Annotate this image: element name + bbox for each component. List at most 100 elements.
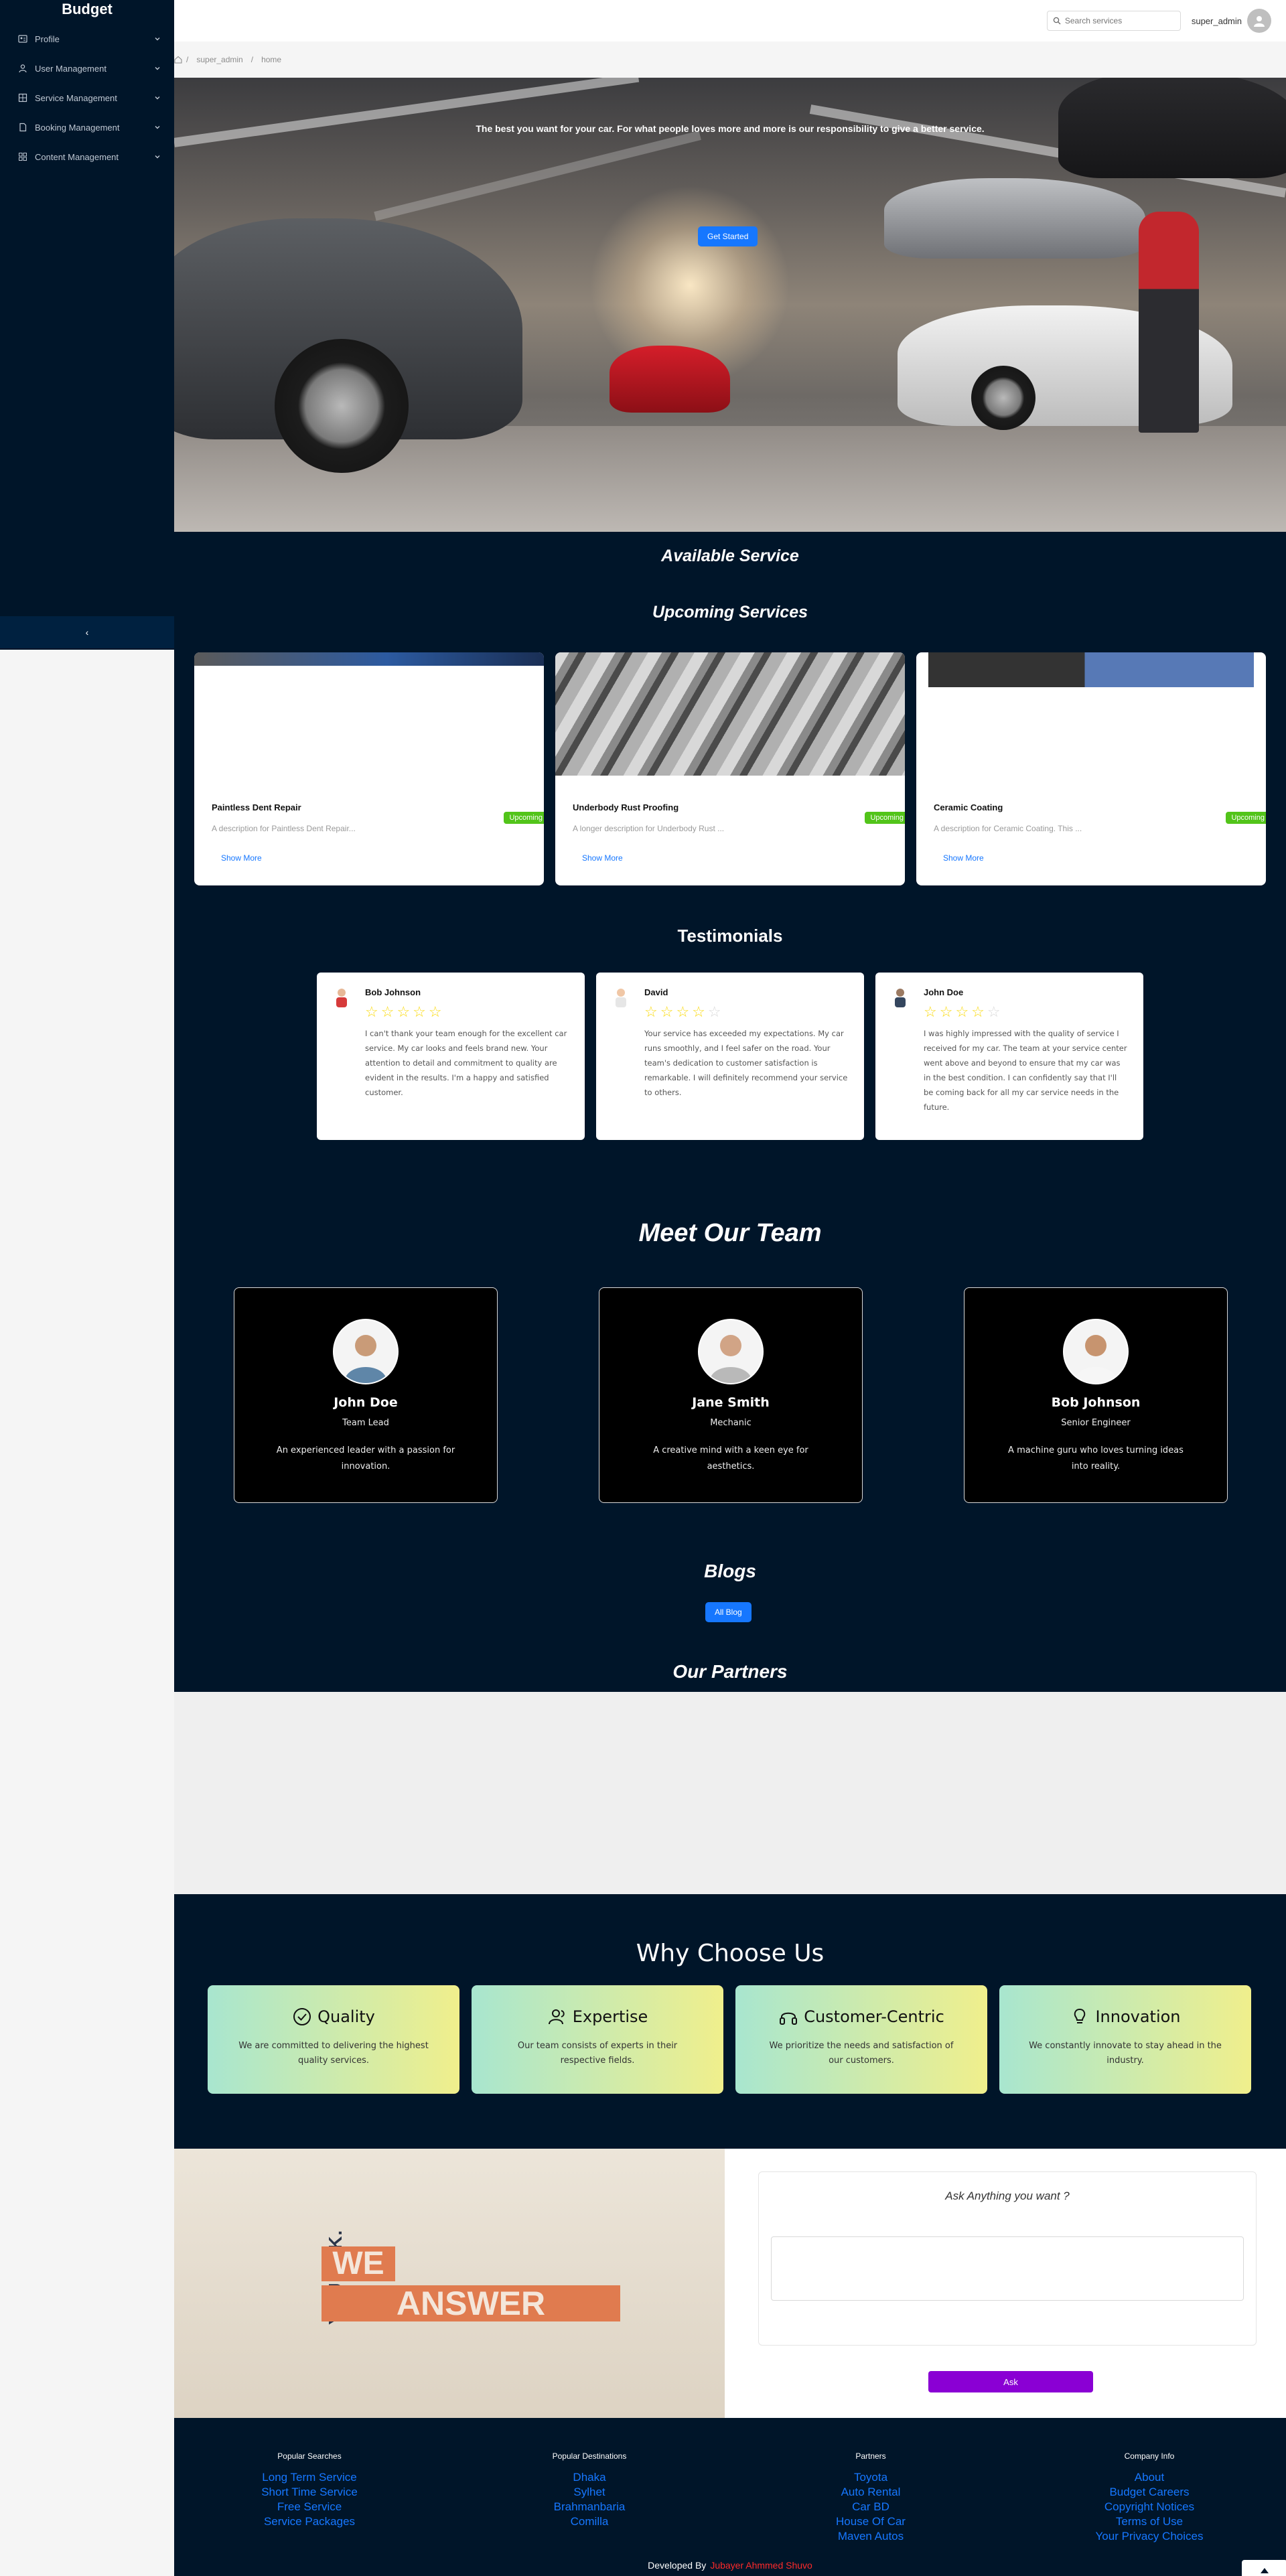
- services-section: Available Service Upcoming Services Pain…: [174, 532, 1286, 920]
- service-card[interactable]: Ceramic Coating A description for Cerami…: [916, 652, 1266, 885]
- chevron-down-icon: [155, 67, 160, 70]
- sidebar-item-label: Booking Management: [35, 122, 120, 133]
- footer-link[interactable]: Comilla: [502, 2514, 676, 2529]
- footer-link[interactable]: Long Term Service: [222, 2470, 397, 2485]
- service-description: A longer description for Underbody Rust …: [573, 824, 725, 833]
- footer-column-popular-searches: Popular Searches Long Term Service Short…: [222, 2451, 397, 2529]
- team-section: Meet Our Team John Doe Team Lead An expe…: [174, 1199, 1286, 1561]
- sidebar: Budget Profile User Management Service M…: [0, 0, 174, 650]
- show-more-link[interactable]: Show More: [221, 853, 262, 863]
- service-description: A description for Paintless Dent Repair.…: [212, 824, 356, 833]
- breadcrumb-item[interactable]: super_admin: [196, 55, 242, 64]
- show-more-link[interactable]: Show More: [582, 853, 623, 863]
- team-member-photo: [333, 1319, 399, 1384]
- back-to-top-button[interactable]: [1242, 2560, 1286, 2576]
- team-member-card: John Doe Team Lead An experienced leader…: [234, 1287, 498, 1503]
- show-more-link[interactable]: Show More: [943, 853, 984, 863]
- headphones-icon: [780, 2012, 798, 2025]
- service-image: [194, 652, 544, 666]
- sidebar-item-service-management[interactable]: Service Management: [0, 83, 174, 113]
- search-box[interactable]: [1046, 11, 1181, 31]
- upcoming-services-title: Upcoming Services: [652, 603, 808, 622]
- sidebar-item-profile[interactable]: Profile: [0, 24, 174, 54]
- poster-we-text: WE: [322, 2246, 395, 2281]
- testimonial-text: I was highly impressed with the quality …: [924, 1029, 1127, 1112]
- team-member-photo: [1063, 1319, 1129, 1384]
- team-member-name: Bob Johnson: [1051, 1395, 1141, 1410]
- sidebar-item-booking-management[interactable]: Booking Management: [0, 113, 174, 142]
- footer-link[interactable]: Service Packages: [222, 2514, 397, 2529]
- footer-link[interactable]: Sylhet: [502, 2485, 676, 2500]
- sidebar-item-content-management[interactable]: Content Management: [0, 142, 174, 171]
- star-empty-icon: ☆: [987, 1003, 1003, 1020]
- why-choose-section: Why Choose Us Quality We are committed t…: [174, 1894, 1286, 2149]
- sidebar-item-label: Service Management: [35, 92, 117, 103]
- sidebar-item-label: Profile: [35, 33, 60, 44]
- team-member-bio: An experienced leader with a passion for…: [276, 1445, 455, 1472]
- lifted-car: [884, 178, 1145, 259]
- check-circle-icon: [293, 2008, 311, 2025]
- team-member-role: Team Lead: [342, 1418, 389, 1428]
- feature-title: Innovation: [1095, 2007, 1181, 2026]
- feature-title: Expertise: [572, 2007, 648, 2026]
- feature-description: We prioritize the needs and satisfaction…: [769, 2041, 954, 2066]
- document-icon: [17, 122, 28, 133]
- team-icon: [548, 2009, 565, 2025]
- footer-link[interactable]: Budget Careers: [1062, 2485, 1236, 2500]
- ceiling-beam: [174, 78, 640, 147]
- testimonial-text: Your service has exceeded my expectation…: [644, 1029, 848, 1097]
- developer-credit: Developed By Jubayer Ahmmed Shuvo: [174, 2560, 1286, 2571]
- testimonial-card: John Doe ☆☆☆☆☆ I was highly impressed wi…: [875, 973, 1143, 1140]
- footer-link[interactable]: Car BD: [784, 2500, 958, 2514]
- red-car: [610, 346, 730, 413]
- footer-link[interactable]: Auto Rental: [784, 2485, 958, 2500]
- star-icon: ☆☆☆☆☆: [365, 1003, 445, 1020]
- footer-link[interactable]: Toyota: [784, 2470, 958, 2485]
- team-member-role: Senior Engineer: [1061, 1418, 1131, 1428]
- reviewer-name: Bob Johnson: [365, 987, 421, 997]
- footer-link[interactable]: Copyright Notices: [1062, 2500, 1236, 2514]
- arrow-up-icon: [1261, 2568, 1269, 2573]
- breadcrumb: / super_admin / home: [174, 42, 1286, 78]
- feature-description: We constantly innovate to stay ahead in …: [1029, 2041, 1222, 2066]
- footer-link[interactable]: Short Time Service: [222, 2485, 397, 2500]
- footer-link[interactable]: Free Service: [222, 2500, 397, 2514]
- testimonial-text: I can't thank your team enough for the e…: [365, 1029, 567, 1097]
- ask-button[interactable]: Ask: [928, 2371, 1093, 2392]
- footer-link[interactable]: Maven Autos: [784, 2529, 958, 2544]
- chevron-down-icon: [155, 155, 160, 159]
- footer-link[interactable]: About: [1062, 2470, 1236, 2485]
- service-card[interactable]: Underbody Rust Proofing A longer descrip…: [555, 652, 905, 885]
- reviewer-name: John Doe: [924, 987, 964, 997]
- sidebar-item-user-management[interactable]: User Management: [0, 54, 174, 83]
- footer-link[interactable]: House Of Car: [784, 2514, 958, 2529]
- developer-name[interactable]: Jubayer Ahmmed Shuvo: [710, 2560, 812, 2571]
- footer-heading: Partners: [855, 2451, 886, 2461]
- question-textarea[interactable]: [771, 2236, 1244, 2301]
- home-icon[interactable]: [174, 56, 182, 64]
- feature-description: Our team consists of experts in their re…: [517, 2041, 678, 2066]
- testimonials-title: Testimonials: [677, 926, 783, 946]
- sidebar-collapse-button[interactable]: ‹: [0, 616, 174, 648]
- bulb-icon: [1074, 2008, 1086, 2023]
- available-service-title: Available Service: [661, 547, 799, 565]
- blogs-title: Blogs: [704, 1561, 756, 1581]
- service-description: A description for Ceramic Coating. This …: [934, 824, 1082, 833]
- service-card[interactable]: Paintless Dent Repair A description for …: [194, 652, 544, 885]
- all-blog-button[interactable]: All Blog: [705, 1602, 752, 1622]
- footer-link[interactable]: Your Privacy Choices: [1062, 2529, 1236, 2544]
- search-input[interactable]: [1064, 16, 1172, 25]
- feature-title: Quality: [317, 2007, 375, 2026]
- partners-title: Our Partners: [672, 1661, 788, 1682]
- star-rating: ☆☆☆☆☆: [924, 1003, 1003, 1021]
- footer-link[interactable]: Terms of Use: [1062, 2514, 1236, 2529]
- footer-link[interactable]: Brahmanbaria: [502, 2500, 676, 2514]
- feature-description: We are committed to delivering the highe…: [238, 2041, 429, 2066]
- avatar[interactable]: [1247, 9, 1271, 33]
- team-member-role: Mechanic: [710, 1418, 752, 1428]
- chevron-down-icon: [155, 126, 160, 129]
- footer-heading: Popular Destinations: [552, 2451, 627, 2461]
- feature-card: Quality We are committed to delivering t…: [208, 1985, 459, 2094]
- get-started-button[interactable]: Get Started: [698, 226, 758, 246]
- footer-link[interactable]: Dhaka: [502, 2470, 676, 2485]
